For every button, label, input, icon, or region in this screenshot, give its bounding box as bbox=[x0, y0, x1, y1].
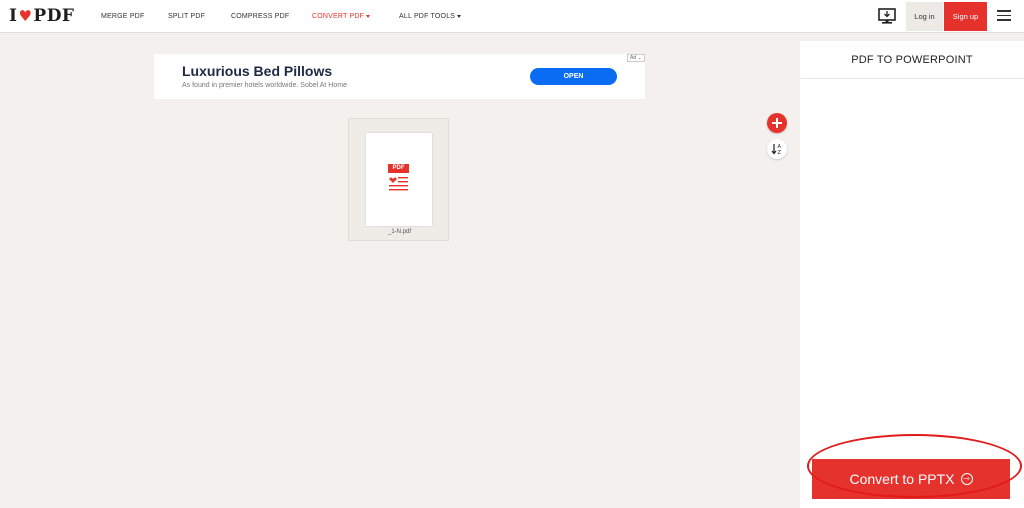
login-button[interactable]: Log in bbox=[906, 2, 943, 31]
ilovepdf-logo[interactable]: I♥PDF bbox=[9, 6, 75, 26]
file-card[interactable]: PDF _1-N.pdf bbox=[348, 118, 449, 241]
ad-badge-label: Ad bbox=[630, 55, 637, 61]
top-navigation: I♥PDF MERGE PDF SPLIT PDF COMPRESS PDF C… bbox=[0, 0, 1024, 33]
nav-all-pdf-tools[interactable]: ALL PDF TOOLS bbox=[399, 13, 462, 20]
nav-convert-pdf[interactable]: CONVERT PDF bbox=[312, 13, 371, 20]
ad-badge[interactable]: Ad ⌄ bbox=[627, 54, 645, 62]
convert-label: Convert to PPTX bbox=[849, 471, 955, 487]
panel-title: PDF TO POWERPOINT bbox=[800, 41, 1024, 79]
nav-merge-pdf[interactable]: MERGE PDF bbox=[101, 13, 144, 20]
ad-title: Luxurious Bed Pillows bbox=[182, 63, 333, 79]
ad-subtitle: As found in premier hotels worldwide. So… bbox=[182, 82, 347, 89]
ad-open-button[interactable]: OPEN bbox=[530, 68, 617, 85]
nav-all-tools-label: ALL PDF TOOLS bbox=[399, 13, 456, 20]
caret-down-icon bbox=[366, 14, 371, 18]
add-file-button[interactable] bbox=[767, 113, 787, 133]
nav-compress-pdf[interactable]: COMPRESS PDF bbox=[231, 13, 289, 20]
ad-banner[interactable]: Luxurious Bed Pillows As found in premie… bbox=[154, 54, 645, 99]
plus-icon bbox=[772, 118, 782, 128]
signup-button[interactable]: Sign up bbox=[944, 2, 987, 31]
heart-icon: ♥ bbox=[18, 7, 33, 25]
nav-convert-label: CONVERT PDF bbox=[312, 13, 365, 20]
sort-button[interactable]: A Z bbox=[767, 139, 787, 159]
convert-to-pptx-button[interactable]: Convert to PPTX ⇾ bbox=[812, 459, 1010, 499]
caret-down-icon bbox=[457, 14, 462, 18]
pdf-file-icon bbox=[389, 177, 408, 191]
tool-panel: PDF TO POWERPOINT Convert to PPTX ⇾ bbox=[800, 41, 1024, 508]
file-thumbnail: PDF bbox=[366, 133, 432, 226]
logo-prefix: I bbox=[9, 6, 18, 26]
file-name: _1-N.pdf bbox=[387, 229, 411, 235]
logo-name: PDF bbox=[33, 6, 75, 26]
svg-text:Z: Z bbox=[778, 150, 782, 155]
sort-icon: A Z bbox=[771, 144, 782, 155]
pdf-badge: PDF bbox=[388, 164, 409, 173]
menu-icon[interactable] bbox=[997, 10, 1011, 22]
desktop-icon[interactable] bbox=[878, 8, 896, 25]
arrow-circle-icon: ⇾ bbox=[960, 473, 973, 485]
nav-split-pdf[interactable]: SPLIT PDF bbox=[168, 13, 205, 20]
